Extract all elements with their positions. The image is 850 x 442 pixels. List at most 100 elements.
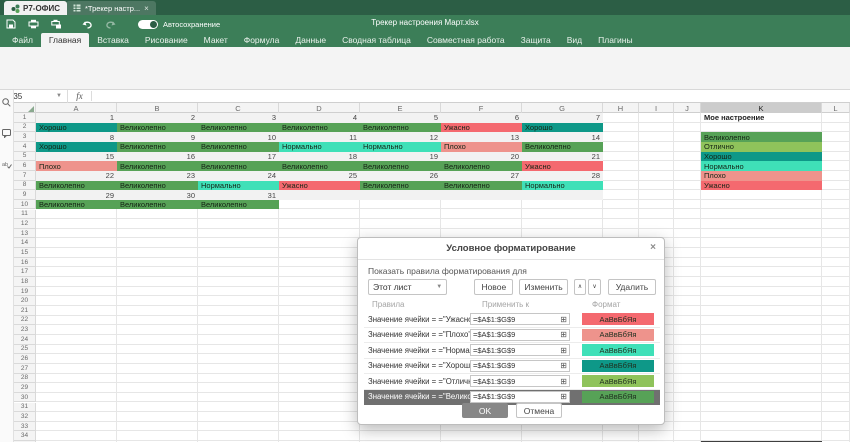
- row-header-3[interactable]: 3: [14, 132, 36, 142]
- row-header-7[interactable]: 7: [14, 171, 36, 181]
- day-cell[interactable]: 31: [198, 190, 279, 200]
- rule-row-2[interactable]: Значение ячейки = ="Нормально"=$A$1:$G$9…: [364, 343, 660, 359]
- legend-item[interactable]: Отлично: [701, 142, 822, 152]
- mood-cell[interactable]: Великолепно: [117, 181, 198, 191]
- row-header-31[interactable]: 31: [14, 403, 36, 413]
- day-cell[interactable]: 3: [198, 113, 279, 123]
- row-header-28[interactable]: 28: [14, 374, 36, 384]
- row-header-4[interactable]: 4: [14, 142, 36, 152]
- comments-icon[interactable]: [2, 129, 11, 138]
- day-cell[interactable]: 7: [522, 113, 603, 123]
- undo-icon[interactable]: [82, 20, 93, 29]
- row-header-10[interactable]: 10: [14, 200, 36, 210]
- day-cell[interactable]: 25: [279, 171, 360, 181]
- mood-cell[interactable]: Великолепно: [279, 161, 360, 171]
- mood-cell[interactable]: Великолепно: [198, 123, 279, 133]
- ribbon-tab-9[interactable]: Защита: [513, 33, 559, 47]
- edit-rule-button[interactable]: Изменить: [519, 279, 567, 295]
- row-header-6[interactable]: 6: [14, 161, 36, 171]
- row-header-29[interactable]: 29: [14, 383, 36, 393]
- mood-cell[interactable]: Ужасно: [279, 181, 360, 191]
- row-header-23[interactable]: 23: [14, 325, 36, 335]
- new-rule-button[interactable]: Новое: [474, 279, 513, 295]
- row-header-5[interactable]: 5: [14, 152, 36, 162]
- day-cell[interactable]: 28: [522, 171, 603, 181]
- day-cell[interactable]: 12: [360, 132, 441, 142]
- mood-cell[interactable]: Великолепно: [117, 123, 198, 133]
- row-header-11[interactable]: 11: [14, 210, 36, 220]
- day-cell[interactable]: 23: [117, 171, 198, 181]
- move-rule-up-button[interactable]: ∧: [574, 279, 587, 295]
- row-header-26[interactable]: 26: [14, 354, 36, 364]
- day-cell[interactable]: 18: [279, 152, 360, 162]
- ribbon-tab-4[interactable]: Макет: [196, 33, 236, 47]
- mood-cell[interactable]: Ужасно: [441, 123, 522, 133]
- day-cell[interactable]: 5: [360, 113, 441, 123]
- day-cell[interactable]: 10: [198, 132, 279, 142]
- day-cell[interactable]: 16: [117, 152, 198, 162]
- day-cell[interactable]: 19: [360, 152, 441, 162]
- row-header-27[interactable]: 27: [14, 364, 36, 374]
- range-picker-icon[interactable]: ⊞: [560, 330, 567, 339]
- range-picker-icon[interactable]: ⊞: [560, 361, 567, 370]
- ribbon-tab-0[interactable]: Файл: [4, 33, 41, 47]
- mood-cell[interactable]: Великолепно: [36, 200, 117, 210]
- mood-cell[interactable]: Плохо: [36, 161, 117, 171]
- row-header-1[interactable]: 1: [14, 113, 36, 123]
- rule-range-input[interactable]: =$A$1:$G$9⊞: [470, 329, 570, 341]
- ribbon-tab-2[interactable]: Вставка: [89, 33, 137, 47]
- row-header-17[interactable]: 17: [14, 267, 36, 277]
- mood-cell[interactable]: Великолепно: [198, 161, 279, 171]
- day-cell[interactable]: 6: [441, 113, 522, 123]
- mood-cell[interactable]: Плохо: [441, 142, 522, 152]
- mood-cell[interactable]: Великолепно: [117, 200, 198, 210]
- mood-cell[interactable]: Нормально: [522, 181, 603, 191]
- ok-button[interactable]: OK: [462, 403, 508, 418]
- row-header-34[interactable]: 34: [14, 431, 36, 441]
- row-header-13[interactable]: 13: [14, 229, 36, 239]
- rule-row-0[interactable]: Значение ячейки = ="Ужасно"=$A$1:$G$9⊞Аа…: [364, 312, 660, 328]
- day-cell[interactable]: [522, 190, 603, 200]
- rule-range-input[interactable]: =$A$1:$G$9⊞: [470, 360, 570, 372]
- insert-function-icon[interactable]: fx: [68, 91, 92, 101]
- range-picker-icon[interactable]: ⊞: [560, 315, 567, 324]
- column-header-L[interactable]: L: [822, 103, 850, 113]
- row-header-14[interactable]: 14: [14, 238, 36, 248]
- rule-range-input[interactable]: =$A$1:$G$9⊞: [470, 375, 570, 387]
- row-header-19[interactable]: 19: [14, 287, 36, 297]
- rule-row-1[interactable]: Значение ячейки = ="Плохо"=$A$1:$G$9⊞АаВ…: [364, 328, 660, 344]
- delete-rule-button[interactable]: Удалить: [608, 279, 656, 295]
- ribbon-tab-8[interactable]: Совместная работа: [419, 33, 513, 47]
- dialog-close-icon[interactable]: ×: [650, 242, 656, 253]
- legend-item[interactable]: Хорошо: [701, 152, 822, 162]
- mood-cell[interactable]: Ужасно: [522, 161, 603, 171]
- row-header-2[interactable]: 2: [14, 123, 36, 133]
- day-cell[interactable]: 4: [279, 113, 360, 123]
- autosave-toggle[interactable]: [138, 20, 158, 29]
- row-header-33[interactable]: 33: [14, 422, 36, 432]
- mood-cell[interactable]: Великолепно: [36, 181, 117, 191]
- day-cell[interactable]: 2: [117, 113, 198, 123]
- ribbon-tab-6[interactable]: Данные: [287, 33, 334, 47]
- legend-item[interactable]: Великолепно: [701, 132, 822, 142]
- save-icon[interactable]: [6, 19, 16, 29]
- rule-range-input[interactable]: =$A$1:$G$9⊞: [470, 313, 570, 325]
- app-menu-button[interactable]: Р7-ОФИС: [4, 1, 67, 15]
- redo-icon[interactable]: [105, 20, 116, 29]
- row-header-22[interactable]: 22: [14, 316, 36, 326]
- rule-row-3[interactable]: Значение ячейки = ="Хорошо"=$A$1:$G$9⊞Аа…: [364, 359, 660, 375]
- mood-cell[interactable]: Великолепно: [360, 181, 441, 191]
- column-header-I[interactable]: I: [639, 103, 674, 113]
- day-cell[interactable]: 21: [522, 152, 603, 162]
- day-cell[interactable]: [360, 190, 441, 200]
- legend-item[interactable]: Ужасно: [701, 181, 822, 191]
- day-cell[interactable]: 22: [36, 171, 117, 181]
- mood-cell[interactable]: Великолепно: [360, 161, 441, 171]
- cancel-button[interactable]: Отмена: [516, 403, 562, 418]
- range-picker-icon[interactable]: ⊞: [560, 346, 567, 355]
- mood-cell[interactable]: Великолепно: [522, 142, 603, 152]
- document-tab[interactable]: *Трекер настр... ×: [66, 1, 156, 15]
- mood-cell[interactable]: Великолепно: [360, 123, 441, 133]
- row-header-8[interactable]: 8: [14, 181, 36, 191]
- row-header-21[interactable]: 21: [14, 306, 36, 316]
